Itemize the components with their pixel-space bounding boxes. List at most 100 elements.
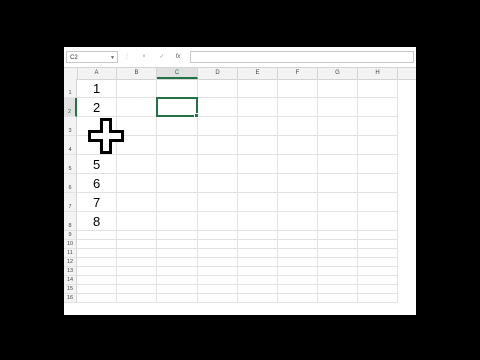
cell-d2[interactable]: [198, 98, 238, 117]
cell-g10[interactable]: [318, 240, 358, 249]
cell-f16[interactable]: [278, 294, 318, 303]
cell-b1[interactable]: [117, 79, 157, 98]
cell-h4[interactable]: [358, 136, 398, 155]
cell-g12[interactable]: [318, 258, 358, 267]
row-header-16[interactable]: 16: [64, 294, 77, 303]
cell-h16[interactable]: [358, 294, 398, 303]
row-header-11[interactable]: 11: [64, 249, 77, 258]
cell-g8[interactable]: [318, 212, 358, 231]
cell-b16[interactable]: [117, 294, 157, 303]
cell-e11[interactable]: [238, 249, 278, 258]
cell-d9[interactable]: [198, 231, 238, 240]
fill-handle[interactable]: [194, 113, 199, 118]
cell-a15[interactable]: [77, 285, 117, 294]
cell-h5[interactable]: [358, 155, 398, 174]
cell-b5[interactable]: [117, 155, 157, 174]
cell-e13[interactable]: [238, 267, 278, 276]
row-header-7[interactable]: 7: [64, 193, 77, 212]
cell-g7[interactable]: [318, 193, 358, 212]
row-header-8[interactable]: 8: [64, 212, 77, 231]
cell-d1[interactable]: [198, 79, 238, 98]
cell-g13[interactable]: [318, 267, 358, 276]
cell-d16[interactable]: [198, 294, 238, 303]
cell-c12[interactable]: [157, 258, 198, 267]
cell-b15[interactable]: [117, 285, 157, 294]
cell-f11[interactable]: [278, 249, 318, 258]
cell-b2[interactable]: [117, 98, 157, 117]
cell-c11[interactable]: [157, 249, 198, 258]
cell-c1[interactable]: [157, 79, 198, 98]
cell-h12[interactable]: [358, 258, 398, 267]
cell-b9[interactable]: [117, 231, 157, 240]
cell-c16[interactable]: [157, 294, 198, 303]
column-header-f[interactable]: F: [278, 68, 318, 79]
cell-f14[interactable]: [278, 276, 318, 285]
cell-c4[interactable]: [157, 136, 198, 155]
cell-h2[interactable]: [358, 98, 398, 117]
column-header-a[interactable]: A: [77, 68, 117, 79]
cell-g14[interactable]: [318, 276, 358, 285]
cell-e14[interactable]: [238, 276, 278, 285]
cell-d14[interactable]: [198, 276, 238, 285]
cell-f6[interactable]: [278, 174, 318, 193]
cell-f5[interactable]: [278, 155, 318, 174]
cell-e4[interactable]: [238, 136, 278, 155]
cell-f9[interactable]: [278, 231, 318, 240]
cell-f13[interactable]: [278, 267, 318, 276]
cell-d3[interactable]: [198, 117, 238, 136]
cell-h10[interactable]: [358, 240, 398, 249]
row-header-5[interactable]: 5: [64, 155, 77, 174]
cancel-icon[interactable]: ×: [138, 51, 150, 63]
column-header-b[interactable]: B: [117, 68, 157, 79]
cell-f7[interactable]: [278, 193, 318, 212]
cell-h6[interactable]: [358, 174, 398, 193]
cell-a12[interactable]: [77, 258, 117, 267]
cell-b13[interactable]: [117, 267, 157, 276]
cell-c15[interactable]: [157, 285, 198, 294]
cell-e7[interactable]: [238, 193, 278, 212]
cell-e2[interactable]: [238, 98, 278, 117]
cell-e9[interactable]: [238, 231, 278, 240]
cell-c5[interactable]: [157, 155, 198, 174]
cell-d12[interactable]: [198, 258, 238, 267]
cell-b8[interactable]: [117, 212, 157, 231]
cell-g4[interactable]: [318, 136, 358, 155]
cell-d5[interactable]: [198, 155, 238, 174]
cell-g9[interactable]: [318, 231, 358, 240]
cell-h15[interactable]: [358, 285, 398, 294]
cell-h7[interactable]: [358, 193, 398, 212]
row-header-9[interactable]: 9: [64, 231, 77, 240]
cell-a11[interactable]: [77, 249, 117, 258]
cell-e15[interactable]: [238, 285, 278, 294]
cell-d6[interactable]: [198, 174, 238, 193]
cell-g11[interactable]: [318, 249, 358, 258]
cell-g1[interactable]: [318, 79, 358, 98]
row-header-14[interactable]: 14: [64, 276, 77, 285]
cell-a9[interactable]: [77, 231, 117, 240]
cell-c14[interactable]: [157, 276, 198, 285]
column-header-g[interactable]: G: [318, 68, 358, 79]
column-header-e[interactable]: E: [238, 68, 278, 79]
cell-g6[interactable]: [318, 174, 358, 193]
cell-f1[interactable]: [278, 79, 318, 98]
cell-e1[interactable]: [238, 79, 278, 98]
cell-h14[interactable]: [358, 276, 398, 285]
cell-e3[interactable]: [238, 117, 278, 136]
row-header-3[interactable]: 3: [64, 117, 77, 136]
cell-f12[interactable]: [278, 258, 318, 267]
cell-d13[interactable]: [198, 267, 238, 276]
chevron-down-icon[interactable]: ▼: [110, 52, 115, 64]
cell-f8[interactable]: [278, 212, 318, 231]
cell-h3[interactable]: [358, 117, 398, 136]
cell-h13[interactable]: [358, 267, 398, 276]
cell-d15[interactable]: [198, 285, 238, 294]
cell-f15[interactable]: [278, 285, 318, 294]
cell-e6[interactable]: [238, 174, 278, 193]
formula-input[interactable]: [190, 51, 414, 63]
row-header-13[interactable]: 13: [64, 267, 77, 276]
cell-h9[interactable]: [358, 231, 398, 240]
cell-e16[interactable]: [238, 294, 278, 303]
column-header-d[interactable]: D: [198, 68, 238, 79]
cell-f3[interactable]: [278, 117, 318, 136]
cell-d4[interactable]: [198, 136, 238, 155]
